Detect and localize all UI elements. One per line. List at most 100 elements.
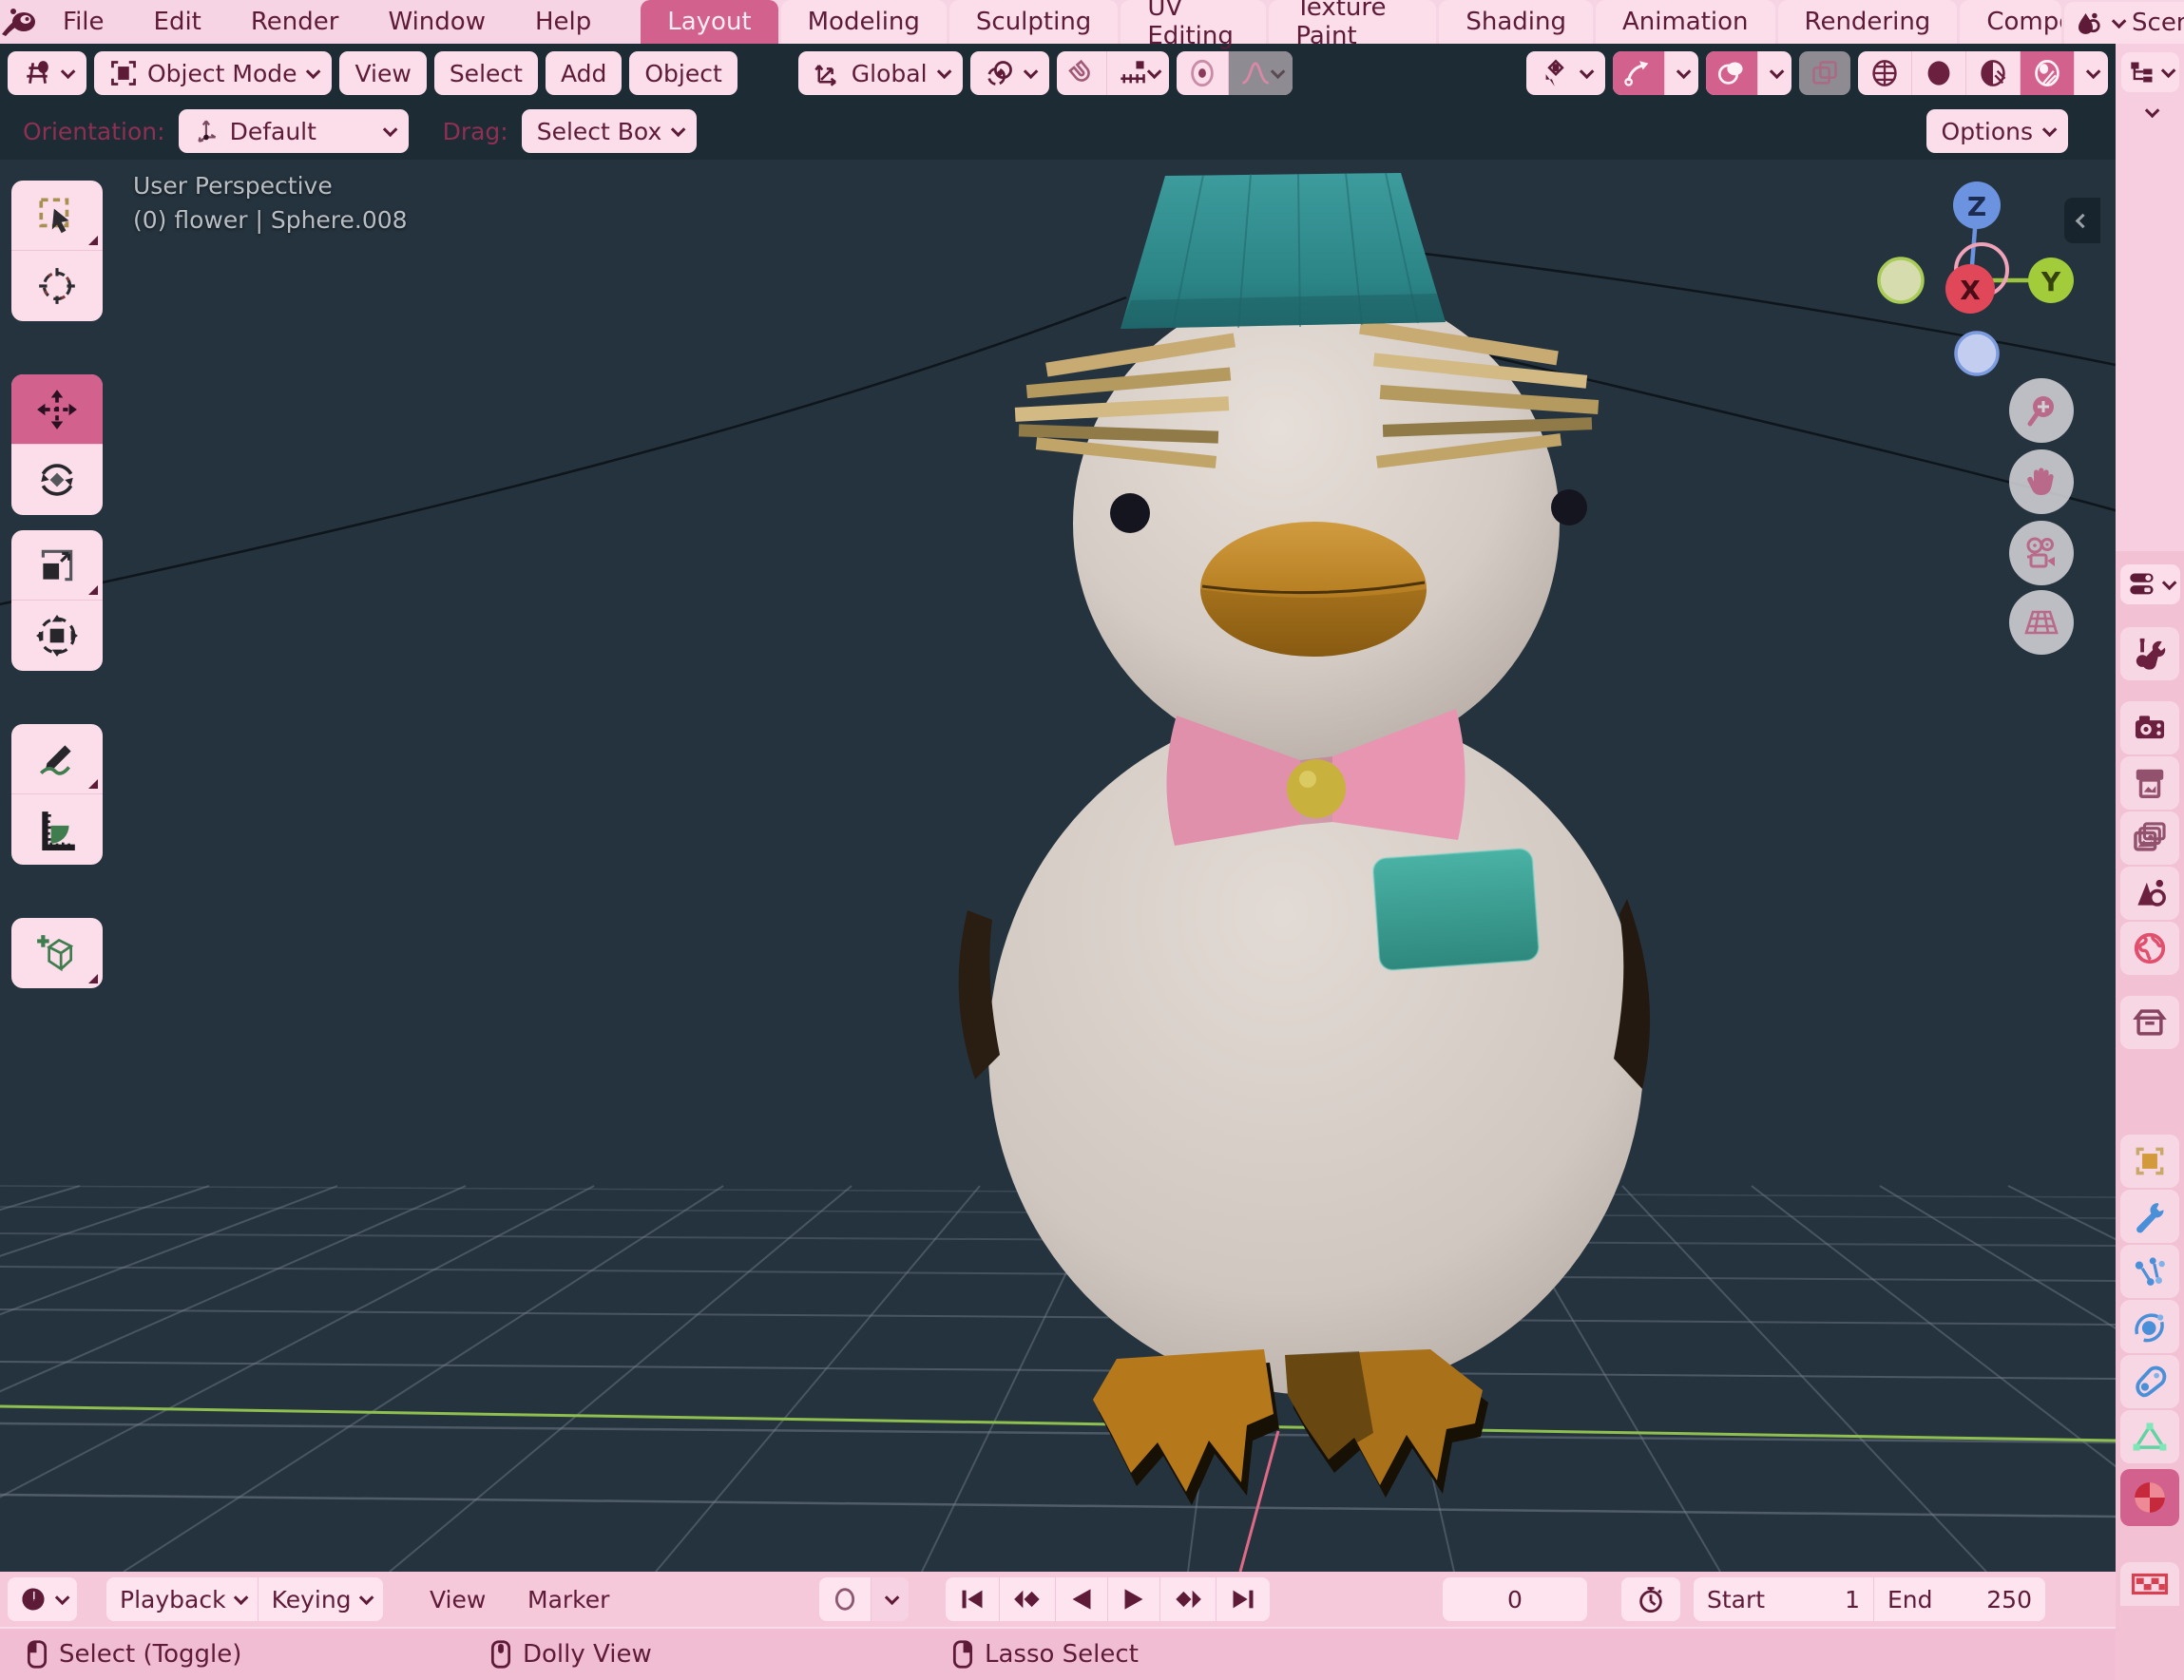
- editor-type-button[interactable]: [8, 51, 86, 95]
- blender-logo-icon[interactable]: [0, 0, 38, 44]
- tab-view-layer[interactable]: [2120, 811, 2179, 865]
- select-box-tool[interactable]: [11, 181, 103, 251]
- show-gizmos-toggle[interactable]: [1613, 51, 1665, 95]
- end-frame-field[interactable]: End 250: [1874, 1577, 2045, 1621]
- overlays-toggle[interactable]: [1706, 51, 1758, 95]
- timeline-editor-button[interactable]: [8, 1577, 77, 1621]
- outliner-icon: [2129, 60, 2155, 85]
- tab-world[interactable]: [2120, 922, 2179, 975]
- object-icon: [2132, 1143, 2168, 1179]
- tab-collection[interactable]: [2120, 996, 2179, 1049]
- next-keyframe-button[interactable]: [1160, 1577, 1217, 1621]
- cursor-tool[interactable]: [11, 251, 103, 321]
- gizmo-z[interactable]: Z: [1967, 191, 1986, 222]
- view-menu[interactable]: View: [339, 51, 426, 95]
- properties-editor-button[interactable]: [2120, 564, 2180, 604]
- start-frame-field[interactable]: Start 1: [1694, 1577, 1874, 1621]
- tab-modifiers[interactable]: [2120, 1190, 2179, 1243]
- chevron-down-icon: [61, 64, 76, 79]
- chevron-down-icon[interactable]: [2144, 104, 2159, 119]
- mode-selector[interactable]: Object Mode: [94, 51, 332, 95]
- shading-material[interactable]: [1966, 51, 2021, 95]
- pivot-point-button[interactable]: [970, 51, 1049, 95]
- menu-render[interactable]: Render: [226, 0, 364, 44]
- tab-texture[interactable]: [2120, 1562, 2179, 1606]
- zoom-button[interactable]: [2009, 378, 2074, 443]
- menu-edit[interactable]: Edit: [129, 0, 226, 44]
- projection-toggle-button[interactable]: [2009, 590, 2074, 655]
- auto-key-dropdown[interactable]: [872, 1577, 909, 1621]
- xray-toggle[interactable]: [1799, 51, 1850, 95]
- transform-tool[interactable]: [11, 601, 103, 671]
- menu-help[interactable]: Help: [510, 0, 616, 44]
- tab-object[interactable]: [2120, 1135, 2179, 1188]
- scale-tool[interactable]: [11, 530, 103, 601]
- measure-tool[interactable]: [11, 794, 103, 865]
- keying-menu[interactable]: Keying: [259, 1577, 383, 1621]
- snap-toggle[interactable]: [1057, 51, 1107, 95]
- tab-shading[interactable]: Shading: [1439, 0, 1593, 44]
- gizmo-y[interactable]: Y: [2040, 266, 2061, 297]
- scene-selector[interactable]: Scene: [2064, 2, 2184, 44]
- timeline-view-menu[interactable]: View: [430, 1572, 486, 1627]
- transform-orientation[interactable]: Global: [798, 51, 963, 95]
- sidebar-collapse-button[interactable]: [2064, 198, 2100, 243]
- shading-rendered[interactable]: [2021, 51, 2075, 95]
- playback-menu[interactable]: Playback: [106, 1577, 259, 1621]
- tab-output[interactable]: [2120, 756, 2179, 810]
- jump-to-start-button[interactable]: [946, 1577, 1000, 1621]
- tab-render[interactable]: [2120, 701, 2179, 754]
- tab-particles[interactable]: [2120, 1245, 2179, 1298]
- shading-dropdown[interactable]: [2075, 51, 2108, 95]
- orientation-dropdown[interactable]: Default: [179, 109, 409, 153]
- gizmo-visibility-button[interactable]: [1526, 51, 1605, 95]
- rotate-tool[interactable]: [11, 445, 103, 515]
- overlays-dropdown[interactable]: [1758, 51, 1791, 95]
- proportional-toggle[interactable]: [1177, 51, 1229, 95]
- shading-wireframe[interactable]: [1858, 51, 1912, 95]
- object-menu[interactable]: Object: [629, 51, 737, 95]
- play-reverse-button[interactable]: [1056, 1577, 1108, 1621]
- menu-window[interactable]: Window: [363, 0, 510, 44]
- menu-file[interactable]: File: [38, 0, 129, 44]
- current-frame-field[interactable]: 0: [1443, 1577, 1587, 1621]
- tab-material[interactable]: [2120, 1469, 2179, 1526]
- use-preview-range-button[interactable]: [1621, 1577, 1680, 1621]
- tab-uv-editing[interactable]: UV Editing: [1121, 0, 1266, 44]
- tab-compositing[interactable]: Compositing: [1960, 0, 2061, 44]
- tab-animation[interactable]: Animation: [1596, 0, 1775, 44]
- gizmo-dropdown[interactable]: [1665, 51, 1698, 95]
- gizmo-x[interactable]: X: [1960, 275, 1981, 306]
- snap-target-button[interactable]: [1107, 51, 1169, 95]
- tab-rendering[interactable]: Rendering: [1778, 0, 1958, 44]
- camera-view-button[interactable]: [2009, 521, 2074, 585]
- tab-physics[interactable]: [2120, 1300, 2179, 1353]
- tab-tool[interactable]: [2120, 627, 2179, 680]
- drag-dropdown[interactable]: Select Box: [522, 109, 698, 153]
- tab-texture-paint[interactable]: Texture Paint: [1269, 0, 1436, 44]
- play-button[interactable]: [1108, 1577, 1160, 1621]
- shading-solid[interactable]: [1912, 51, 1966, 95]
- add-menu[interactable]: Add: [546, 51, 622, 95]
- timeline-marker-menu[interactable]: Marker: [527, 1572, 609, 1627]
- falloff-button[interactable]: [1229, 51, 1293, 95]
- move-tool[interactable]: [11, 374, 103, 445]
- tab-layout[interactable]: Layout: [641, 0, 777, 44]
- tab-sculpting[interactable]: Sculpting: [949, 0, 1118, 44]
- tab-modeling[interactable]: Modeling: [781, 0, 947, 44]
- tab-constraints[interactable]: [2120, 1355, 2179, 1408]
- annotate-tool[interactable]: [11, 724, 103, 794]
- chevron-down-icon: [2042, 122, 2058, 137]
- tab-scene[interactable]: [2120, 867, 2179, 920]
- add-cube-tool[interactable]: [11, 918, 103, 988]
- tab-data[interactable]: [2120, 1410, 2179, 1463]
- pivot-point-icon: [986, 59, 1014, 87]
- outliner-editor-button[interactable]: [2121, 52, 2179, 92]
- prev-keyframe-button[interactable]: [1000, 1577, 1056, 1621]
- jump-to-end-button[interactable]: [1217, 1577, 1270, 1621]
- auto-key-toggle[interactable]: [819, 1577, 872, 1621]
- viewport-3d[interactable]: Z X Y User Perspective (0) flower | Sphe…: [0, 160, 2116, 1572]
- pan-button[interactable]: [2009, 449, 2074, 514]
- select-menu[interactable]: Select: [434, 51, 538, 95]
- options-button[interactable]: Options: [1926, 109, 2068, 153]
